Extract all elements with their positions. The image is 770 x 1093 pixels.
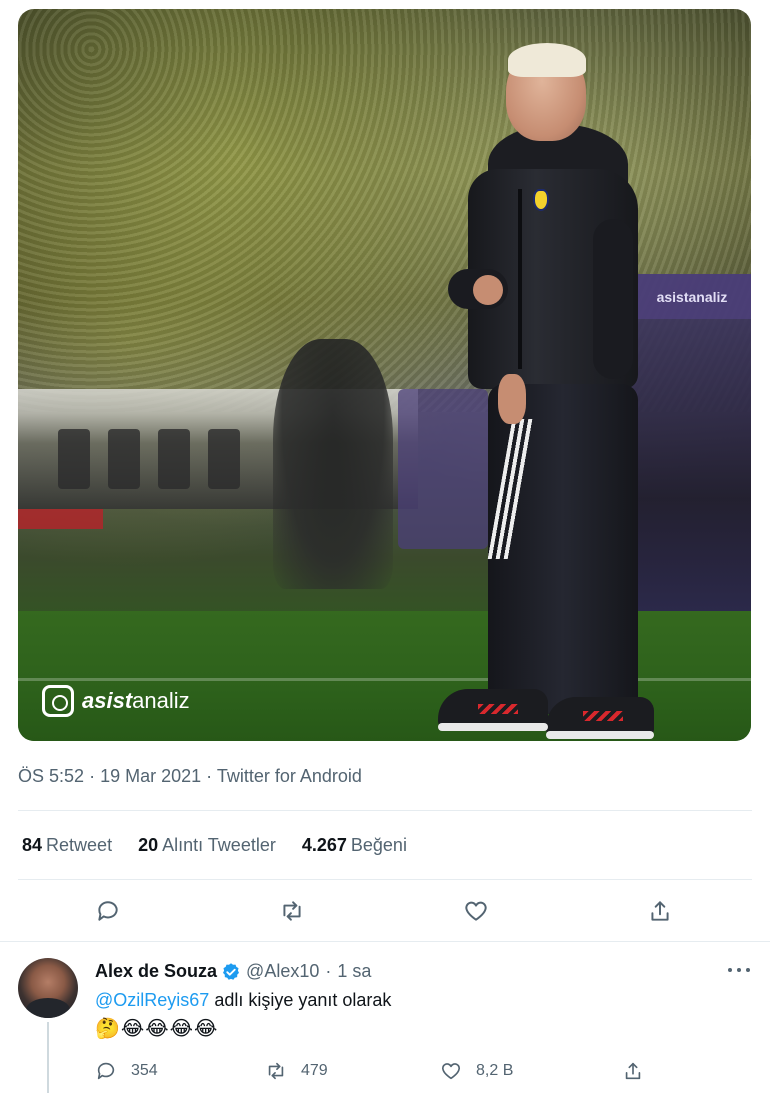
divider (18, 810, 752, 811)
likes-stat[interactable]: 4.267 Beğeni (302, 835, 407, 856)
club-badge (533, 189, 549, 211)
reply-text: 🤔😂😂😂😂 (95, 1018, 219, 1040)
more-dot-icon (728, 968, 732, 972)
tweet-time[interactable]: ÖS 5:52 (18, 766, 84, 786)
logo-mark-icon (42, 685, 74, 717)
reply-header: Alex de Souza @Alex10 · 1 sa (95, 961, 372, 982)
asistanaliz-logo: asistanaliz (42, 685, 190, 717)
like-count: 8,2 B (476, 1062, 514, 1079)
more-dot-icon (737, 968, 741, 972)
like-icon (465, 901, 487, 921)
stadium-seat (208, 429, 240, 489)
retweet-button[interactable] (274, 893, 310, 929)
retweet-icon (268, 1062, 284, 1080)
more-dot-icon (746, 968, 750, 972)
retweets-stat[interactable]: 84 Retweet (22, 835, 112, 856)
share-icon (625, 1062, 641, 1080)
reply-action-bar: 354 479 8,2 B (95, 1057, 755, 1085)
tweet-timestamp: ÖS 5:52 · 19 Mar 2021 · Twitter for Andr… (18, 766, 362, 786)
tweet-date[interactable]: 19 Mar 2021 (100, 766, 201, 786)
quotes-stat[interactable]: 20 Alıntı Tweetler (138, 835, 276, 856)
stadium-seat (58, 429, 90, 489)
reply-like-button[interactable]: 8,2 B (440, 1057, 513, 1085)
share-button[interactable] (642, 893, 678, 929)
divider (0, 941, 770, 942)
like-icon (441, 1063, 461, 1080)
retweet-count: 479 (301, 1062, 328, 1079)
stadium-seat (108, 429, 140, 489)
reply-icon (97, 1062, 115, 1080)
verified-badge-icon (223, 962, 240, 980)
reply-author-handle[interactable]: @Alex10 (246, 961, 319, 982)
reply-icon (98, 901, 118, 921)
coach-figure (418, 39, 658, 741)
tweet-media-image[interactable]: asistanaliz asistanaliz (18, 9, 751, 741)
more-options-button[interactable] (724, 958, 754, 982)
red-bench-bar (18, 509, 103, 529)
tweet-stats: 84 Retweet 20 Alıntı Tweetler 4.267 Beğeni (22, 835, 407, 856)
mention-link[interactable]: @OzilReyis67 (95, 990, 209, 1010)
replying-to: @OzilReyis67 adlı kişiye yanıt olarak (95, 990, 392, 1010)
divider (18, 879, 752, 880)
reply-retweet-button[interactable]: 479 (265, 1057, 328, 1085)
like-button[interactable] (458, 893, 494, 929)
blurred-person (273, 339, 393, 589)
tweet-source[interactable]: Twitter for Android (217, 766, 362, 786)
thread-line (47, 1022, 49, 1093)
share-icon (651, 901, 669, 921)
reply-button[interactable] (90, 893, 126, 929)
reply-count: 354 (131, 1062, 158, 1079)
retweet-icon (283, 901, 301, 921)
reply-author-name[interactable]: Alex de Souza (95, 961, 217, 982)
reply-share-button[interactable] (622, 1057, 644, 1085)
stadium-seat (158, 429, 190, 489)
reply-reply-button[interactable]: 354 (95, 1057, 158, 1085)
reply-time[interactable]: 1 sa (337, 961, 371, 982)
avatar[interactable] (18, 958, 78, 1018)
tweet-action-bar (18, 893, 752, 929)
